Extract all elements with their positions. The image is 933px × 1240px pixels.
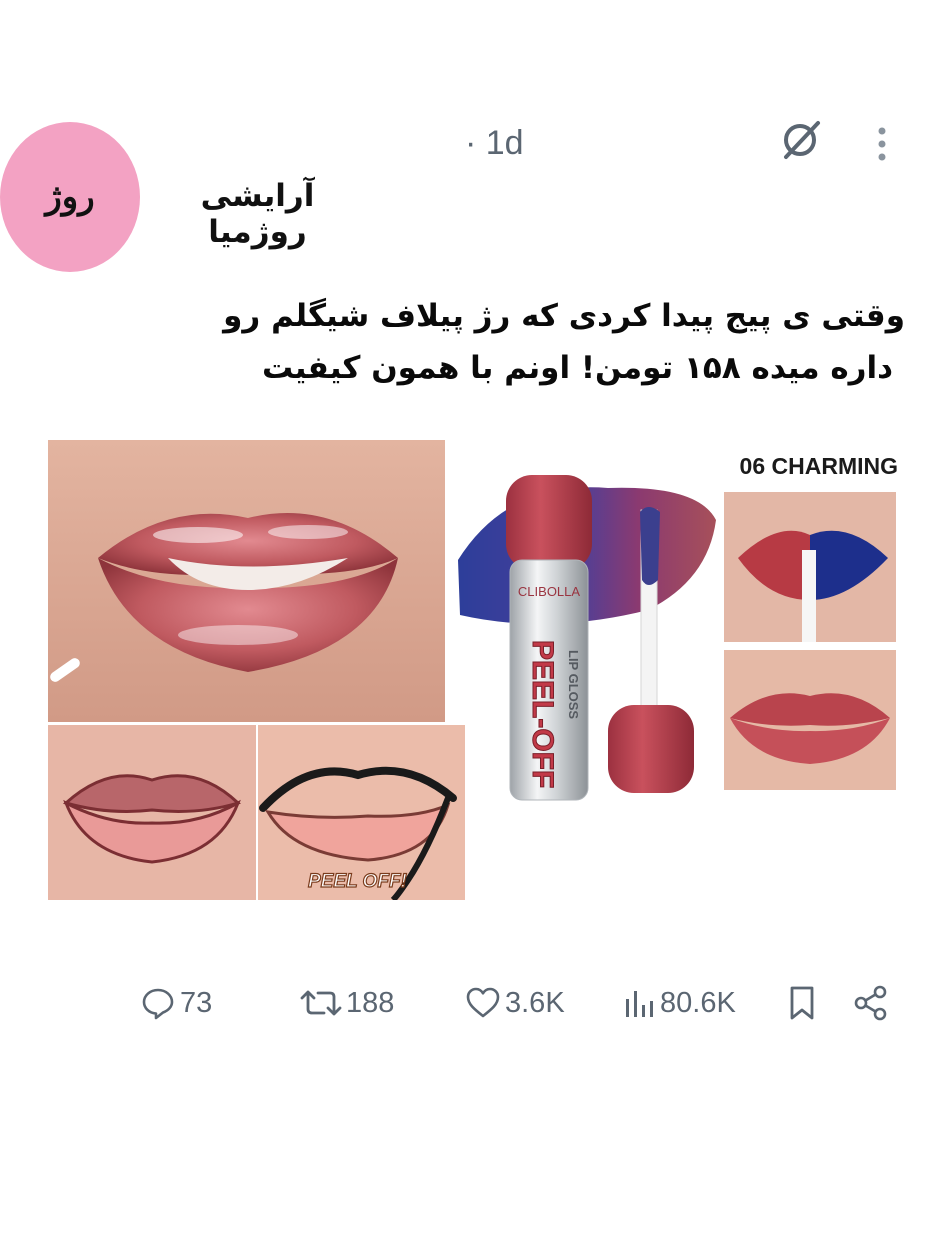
repost-count: 188 bbox=[346, 986, 395, 1019]
action-bar: 73 188 3.6K 80.6K bbox=[130, 975, 900, 1031]
product-brand: CLIBOLLA bbox=[518, 584, 580, 599]
bookmark-icon bbox=[790, 986, 814, 1020]
views-button[interactable]: 80.6K bbox=[622, 975, 736, 1031]
views-count: 80.6K bbox=[660, 986, 736, 1019]
repost-arrows-icon bbox=[300, 990, 342, 1016]
like-button[interactable]: 3.6K bbox=[465, 975, 565, 1031]
reply-button[interactable]: 73 bbox=[140, 975, 212, 1031]
lips-result-photo bbox=[724, 650, 896, 790]
post-timestamp[interactable]: · 1d bbox=[465, 124, 524, 163]
bar-chart-icon bbox=[626, 991, 653, 1017]
lips-peeling-photo: PEEL OFF! bbox=[258, 725, 465, 900]
heart-icon bbox=[466, 987, 500, 1018]
speech-bubble-icon bbox=[142, 988, 174, 1020]
shade-label: 06 CHARMING bbox=[740, 453, 898, 479]
product-type: LIP GLOSS bbox=[566, 650, 581, 719]
avatar-text: روژ bbox=[45, 177, 95, 217]
slashed-circle-icon[interactable] bbox=[778, 117, 824, 163]
share-nodes-icon bbox=[854, 985, 887, 1021]
peel-off-badge: PEEL OFF! bbox=[308, 871, 407, 892]
post-text-line: داره میده ۱۵۸ تومن! اونم با همون کیفیت bbox=[261, 350, 894, 386]
post-text: وقتی ی پیج پیدا کردی که رژ پیلاف شیگلم ر… bbox=[223, 290, 905, 394]
like-count: 3.6K bbox=[505, 986, 565, 1019]
avatar[interactable]: روژ bbox=[0, 122, 140, 272]
glossy-lips-photo bbox=[48, 440, 445, 722]
post-text-line: وقتی ی پیج پیدا کردی که رژ پیلاف شیگلم ر… bbox=[223, 298, 905, 334]
product-name: PEEL-OFF bbox=[526, 640, 559, 788]
lips-red-blue-photo bbox=[724, 492, 896, 642]
reply-count: 73 bbox=[180, 986, 213, 1019]
vertical-dots-icon[interactable] bbox=[864, 124, 900, 164]
post-media-image[interactable]: PEEL OFF! CLIBOLLA PEEL-OFF LIP GLOSS 06… bbox=[48, 440, 903, 900]
author-display-name[interactable]: آرایشی روژمیا bbox=[150, 178, 365, 250]
lips-before-photo bbox=[48, 725, 256, 900]
share-button[interactable] bbox=[852, 975, 890, 1031]
bookmark-button[interactable] bbox=[786, 975, 818, 1031]
repost-button[interactable]: 188 bbox=[300, 975, 394, 1031]
